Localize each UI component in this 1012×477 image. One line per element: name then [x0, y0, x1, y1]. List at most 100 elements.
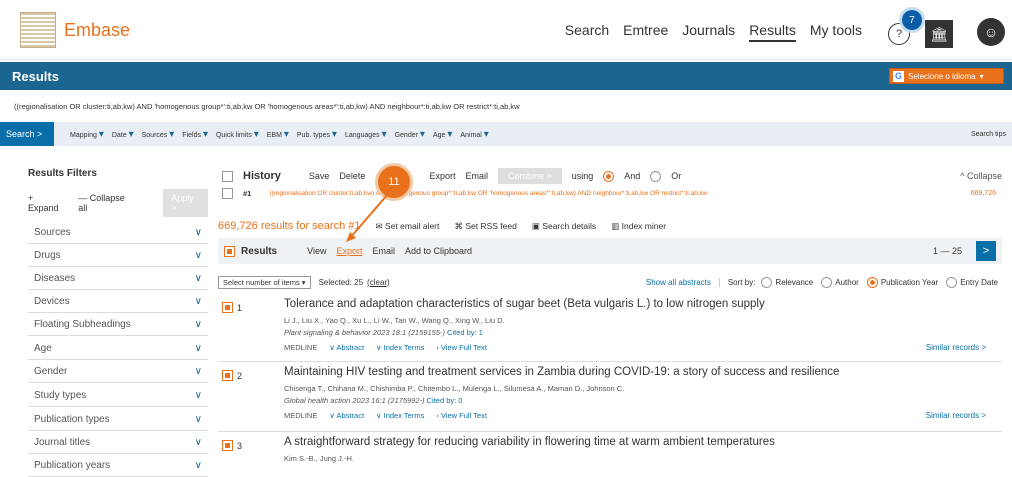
filter-animal[interactable]: Animal ▾	[460, 129, 488, 140]
history-select-all-checkbox[interactable]	[222, 170, 233, 182]
set-rss-feed[interactable]: ⌘ Set RSS feed	[454, 221, 516, 231]
show-all-abstracts[interactable]: Show all abstracts	[646, 278, 711, 287]
results-export[interactable]: Export	[336, 246, 362, 256]
nav-search[interactable]: Search	[565, 22, 609, 42]
top-bar: Embase Search Emtree Journals Results My…	[0, 0, 1012, 60]
view-full-text-link[interactable]: › View Full Text	[436, 411, 487, 420]
combine-button[interactable]: Combine >	[497, 168, 562, 184]
search-button[interactable]: Search >	[0, 122, 54, 146]
filter-study-types-item[interactable]: Study types ∨	[28, 385, 208, 407]
index-miner[interactable]: ▥ Index miner	[611, 221, 666, 231]
history-delete[interactable]: Delete	[339, 171, 365, 181]
cited-by-link[interactable]: Cited by: 1	[447, 328, 483, 337]
filter-gender-item[interactable]: Gender ∨	[28, 361, 208, 383]
query-string[interactable]: ((regionalisation OR cluster:ti,ab,kw) A…	[0, 98, 1012, 116]
filter-sources[interactable]: Sources ▾	[142, 129, 175, 140]
history-row-num: #1	[243, 189, 252, 198]
record-title[interactable]: Tolerance and adaptation characteristics…	[284, 298, 765, 310]
record-source: Plant signaling & behavior 2023 18:1 (21…	[284, 328, 483, 337]
results-label: Results	[241, 245, 278, 257]
user-icon[interactable]: ☺	[977, 18, 1005, 46]
expand-button[interactable]: + Expand	[28, 193, 64, 213]
record-number: 3	[237, 440, 243, 451]
view-full-text-link[interactable]: › View Full Text	[436, 343, 487, 352]
next-page-button[interactable]: >	[976, 241, 996, 261]
sort-relevance-radio[interactable]	[761, 276, 773, 288]
nav-results[interactable]: Results	[749, 22, 796, 42]
cited-by-link[interactable]: Cited by: 0	[427, 396, 463, 405]
record-authors: Li J., Liu X., Yao Q., Xu L., Li W., Tan…	[284, 316, 505, 325]
history-email[interactable]: Email	[465, 171, 488, 181]
filter-mapping[interactable]: Mapping ▾	[70, 129, 104, 140]
filter-devices-item[interactable]: Devices ∨	[28, 291, 208, 313]
record-authors: Kim S.-B., Jung J.-H.	[284, 454, 355, 463]
index-terms-toggle[interactable]: ∨ Index Terms	[376, 411, 424, 420]
sort-author-label: Author	[835, 277, 859, 287]
or-radio[interactable]	[650, 170, 662, 182]
sort-relevance-label: Relevance	[775, 277, 814, 287]
chevron-down-icon: ∨	[194, 250, 202, 261]
abstract-toggle[interactable]: ∨ Abstract	[329, 411, 364, 420]
history-export[interactable]: Export	[429, 171, 455, 181]
filter-date[interactable]: Date ▾	[112, 129, 134, 140]
filter-publication-types-item[interactable]: Publication types ∨	[28, 409, 208, 431]
collapse-all-button[interactable]: — Collapse all	[78, 193, 133, 213]
record-checkbox[interactable]	[222, 370, 233, 381]
filter-drugs-item[interactable]: Drugs ∨	[28, 245, 208, 267]
record-title[interactable]: Maintaining HIV testing and treatment se…	[284, 366, 839, 378]
filter-fields[interactable]: Fields ▾	[182, 129, 208, 140]
record-checkbox[interactable]	[222, 302, 233, 313]
filter-sources-item[interactable]: Sources ∨	[28, 222, 208, 244]
filter-pub-types[interactable]: Pub. types ▾	[297, 129, 337, 140]
history-save[interactable]: Save	[309, 171, 330, 181]
apply-button[interactable]: Apply >	[163, 189, 208, 217]
results-count-row: 669,726 results for search #1 ✉ Set emai…	[218, 220, 666, 232]
results-header-bar: Results G Selecione o idioma ▾	[0, 62, 1012, 90]
history-row-count[interactable]: 669,726	[971, 190, 1002, 197]
and-radio[interactable]	[603, 170, 615, 182]
filter-floating-subheadings-item[interactable]: Floating Subheadings ∨	[28, 314, 208, 336]
filter-diseases-item[interactable]: Diseases ∨	[28, 268, 208, 290]
sort-publication-year-label: Publication Year	[880, 277, 939, 287]
filter-ebm[interactable]: EBM ▾	[267, 129, 289, 140]
filter-journal-titles-item[interactable]: Journal titles ∨	[28, 432, 208, 454]
chevron-down-icon: ∨	[194, 227, 202, 238]
nav-journals[interactable]: Journals	[682, 22, 735, 42]
sort-author-radio[interactable]	[821, 276, 833, 288]
history-panel: History Save Delete Export Email Combine…	[218, 160, 1002, 210]
filter-gender[interactable]: Gender ▾	[395, 129, 425, 140]
nav-my-tools[interactable]: My tools	[810, 22, 862, 42]
index-terms-toggle[interactable]: ∨ Index Terms	[376, 343, 424, 352]
nav-emtree[interactable]: Emtree	[623, 22, 668, 42]
record-authors: Chisenga T., Chihana M., Chishimba P., C…	[284, 384, 625, 393]
sort-entry-date-radio[interactable]	[946, 276, 958, 288]
search-tips-link[interactable]: Search tips	[971, 131, 1006, 138]
history-title: History	[243, 170, 281, 182]
filter-publication-years-item[interactable]: Publication years ∨	[28, 455, 208, 477]
results-email[interactable]: Email	[373, 246, 396, 256]
history-row-checkbox[interactable]	[222, 188, 233, 199]
clear-selection-link[interactable]: (clear)	[367, 278, 390, 287]
language-select[interactable]: G Selecione o idioma ▾	[889, 68, 1004, 84]
results-view[interactable]: View	[307, 246, 326, 256]
record-number: 2	[237, 370, 243, 381]
institution-icon[interactable]: 🏛	[925, 20, 953, 48]
record-title[interactable]: A straightforward strategy for reducing …	[284, 436, 775, 448]
filter-quick-limits[interactable]: Quick limits ▾	[216, 129, 259, 140]
select-number-of-items[interactable]: Select number of items ▾	[218, 275, 311, 289]
similar-records-link[interactable]: Similar records >	[926, 343, 986, 352]
results-add-clipboard[interactable]: Add to Clipboard	[405, 246, 472, 256]
record-database: MEDLINE	[284, 343, 318, 352]
record-checkbox[interactable]	[222, 440, 233, 451]
using-label: using	[571, 171, 594, 181]
filter-age[interactable]: Age ▾	[433, 129, 452, 140]
collapse-history-button[interactable]: ^ Collapse	[960, 171, 1002, 181]
filter-languages[interactable]: Languages ▾	[345, 129, 387, 140]
filter-age-item[interactable]: Age ∨	[28, 338, 208, 360]
similar-records-link[interactable]: Similar records >	[926, 411, 986, 420]
results-select-all-checkbox[interactable]	[224, 245, 235, 257]
abstract-toggle[interactable]: ∨ Abstract	[329, 343, 364, 352]
search-details[interactable]: ▣ Search details	[532, 221, 596, 231]
sort-publication-year-radio[interactable]	[866, 276, 878, 288]
embase-logo[interactable]: Embase	[20, 12, 130, 48]
